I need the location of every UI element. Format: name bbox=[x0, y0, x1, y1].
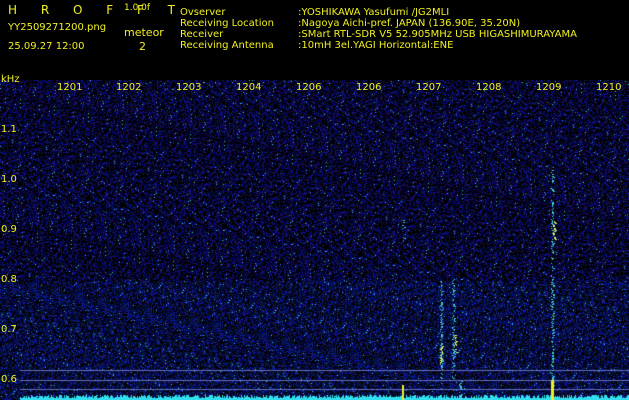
info-value: :10mH 3el.YAGI Horizontal:ENE bbox=[298, 40, 454, 51]
x-tick-label: 1203 bbox=[176, 82, 202, 93]
info-location: Receiving Location :Nagoya Aichi-pref. J… bbox=[180, 18, 520, 29]
info-label: Ovserver bbox=[180, 7, 226, 18]
x-tick-label: 1210 bbox=[596, 82, 622, 93]
x-tick-label: 1201 bbox=[57, 82, 83, 93]
y-tick-label: 0.6 bbox=[1, 374, 17, 385]
meteor-label: meteor bbox=[124, 26, 164, 39]
y-tick-label: 0.7 bbox=[1, 324, 17, 335]
y-tick-label: 0.9 bbox=[1, 224, 17, 235]
meteor-count: 2 bbox=[139, 40, 146, 53]
info-antenna: Receiving Antenna :10mH 3el.YAGI Horizon… bbox=[180, 40, 453, 51]
y-tick-label: 0.8 bbox=[1, 274, 17, 285]
x-tick-label: 1202 bbox=[116, 82, 142, 93]
y-tick-label: 1.0 bbox=[1, 174, 17, 185]
info-label: Receiving Antenna bbox=[180, 40, 274, 51]
info-value: :SMart RTL-SDR V5 52.905MHz USB HIGASHIM… bbox=[298, 29, 577, 40]
info-receiver: Receiver :SMart RTL-SDR V5 52.905MHz USB… bbox=[180, 29, 577, 40]
x-tick-label: 1209 bbox=[536, 82, 562, 93]
spectrogram bbox=[0, 80, 629, 400]
x-tick-label: 1204 bbox=[236, 82, 262, 93]
info-value: :Nagoya Aichi-pref. JAPAN (136.90E, 35.2… bbox=[298, 18, 521, 29]
hrofft-window: H R O F F T 1.0.0f YY2509271200.png mete… bbox=[0, 0, 629, 400]
y-tick-label: 1.1 bbox=[1, 124, 17, 135]
info-observer: Ovserver :YOSHIKAWA Yasufumi /JG2MLI bbox=[180, 7, 449, 18]
info-label: Receiving Location bbox=[180, 18, 274, 29]
x-tick-label: 1206 bbox=[296, 82, 322, 93]
y-axis-unit: kHz bbox=[1, 74, 20, 85]
datetime: 25.09.27 12:00 bbox=[8, 41, 85, 52]
filename: YY2509271200.png bbox=[8, 22, 107, 33]
info-label: Receiver bbox=[180, 29, 224, 40]
info-value: :YOSHIKAWA Yasufumi /JG2MLI bbox=[298, 7, 450, 18]
x-tick-label: 1207 bbox=[416, 82, 442, 93]
app-brand: H R O F F T bbox=[8, 3, 186, 17]
app-version: 1.0.0f bbox=[124, 3, 151, 13]
x-tick-label: 1206 bbox=[356, 82, 382, 93]
x-tick-label: 1208 bbox=[476, 82, 502, 93]
